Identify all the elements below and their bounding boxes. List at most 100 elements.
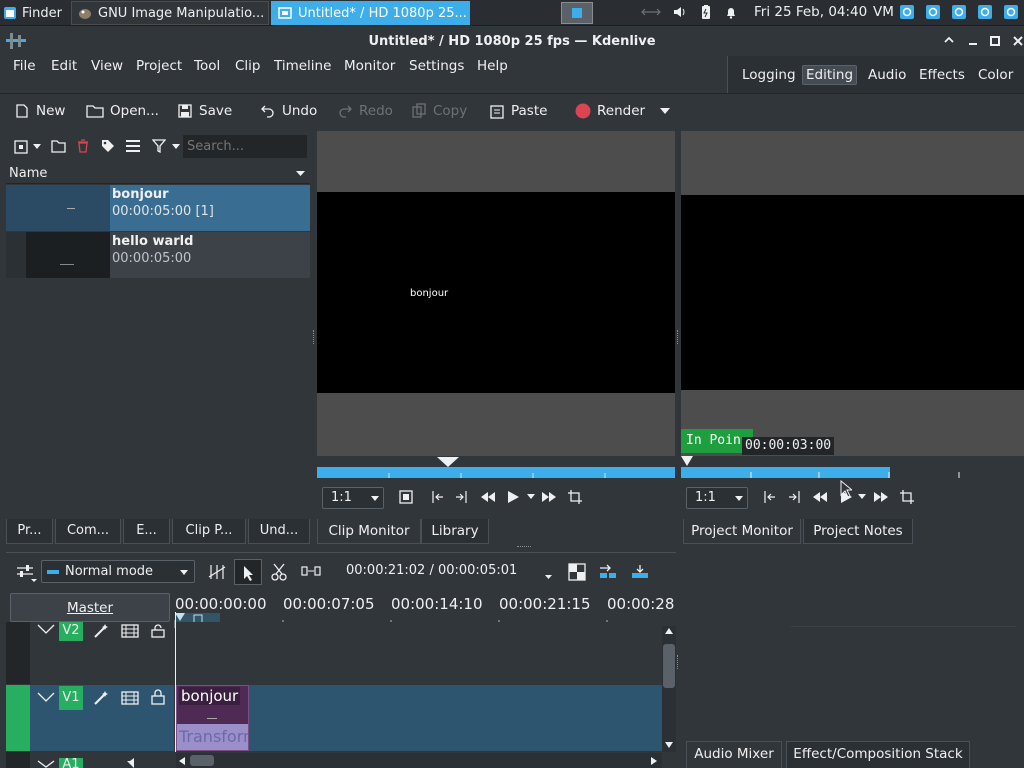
bin-column-header[interactable]: Name: [6, 165, 310, 184]
timeline-settings-icon[interactable]: [16, 563, 38, 583]
edit-mode-select[interactable]: Normal mode: [41, 560, 195, 583]
tab-effects[interactable]: E...: [123, 519, 170, 544]
menu-clip[interactable]: Clip: [235, 58, 261, 74]
rewind-icon[interactable]: [812, 490, 828, 504]
set-out-point-icon[interactable]: [788, 490, 802, 504]
layout-logging[interactable]: Logging: [739, 66, 799, 84]
tab-compositions[interactable]: Com...: [55, 519, 121, 544]
add-clip-dropdown-icon[interactable]: [33, 144, 41, 149]
bin-search-input[interactable]: [183, 135, 307, 158]
lock-icon[interactable]: [151, 689, 165, 705]
scroll-down-icon[interactable]: [665, 742, 673, 748]
menu-tool[interactable]: Tool: [194, 58, 220, 74]
tab-project-monitor[interactable]: Project Monitor: [683, 519, 801, 544]
tab-project-bin[interactable]: Pr...: [6, 519, 53, 544]
gear-icon[interactable]: [952, 5, 966, 19]
tag-icon[interactable]: [101, 139, 115, 153]
redo-button[interactable]: Redo: [337, 100, 393, 122]
fullscreen-icon[interactable]: [399, 490, 413, 504]
paste-button[interactable]: Paste: [489, 100, 547, 122]
keep-above-icon[interactable]: [944, 36, 954, 46]
play-icon[interactable]: [506, 490, 520, 504]
menu-project[interactable]: Project: [136, 58, 182, 74]
layout-audio[interactable]: Audio: [865, 66, 909, 84]
menu-file[interactable]: File: [13, 58, 36, 74]
clip-monitor-ruler[interactable]: [317, 456, 675, 467]
timeline-horizontal-scrollbar[interactable]: [176, 753, 662, 768]
task-kdenlive[interactable]: Untitled* / HD 1080p 25...: [271, 1, 470, 25]
splitter-handle[interactable]: [677, 655, 680, 669]
close-icon[interactable]: [1013, 36, 1023, 46]
play-dropdown-icon[interactable]: [858, 494, 866, 499]
track-active-indicator[interactable]: [6, 622, 30, 684]
scroll-right-icon[interactable]: [651, 757, 657, 765]
selection-tool-button[interactable]: [234, 559, 262, 585]
tab-library[interactable]: Library: [421, 519, 489, 544]
set-out-point-icon[interactable]: [455, 490, 469, 504]
maximize-icon[interactable]: [990, 36, 1000, 46]
clip-effect-badge[interactable]: Transform: [177, 724, 248, 750]
open-button[interactable]: Open...: [86, 100, 159, 122]
split-view-icon[interactable]: [568, 563, 586, 581]
razor-tool-icon[interactable]: [271, 563, 287, 581]
film-strip-icon[interactable]: [121, 624, 139, 638]
fast-forward-icon[interactable]: [541, 490, 557, 504]
menu-edit[interactable]: Edit: [51, 58, 77, 74]
gear-icon[interactable]: [900, 5, 914, 19]
gear-icon[interactable]: [1004, 5, 1018, 19]
effects-wand-icon[interactable]: [93, 690, 109, 706]
scrollbar-thumb[interactable]: [190, 755, 214, 766]
pager-desktop[interactable]: [561, 2, 593, 24]
gear-icon[interactable]: [926, 5, 940, 19]
track-header-v2[interactable]: V2: [6, 622, 174, 684]
collapse-track-icon[interactable]: [37, 624, 55, 634]
render-dropdown-arrow-icon[interactable]: [660, 108, 670, 114]
menu-help[interactable]: Help: [477, 58, 508, 74]
notifications-icon[interactable]: [724, 5, 738, 19]
effects-wand-icon[interactable]: [93, 623, 109, 639]
track-header-a1[interactable]: A1: [6, 752, 174, 768]
tab-project-notes[interactable]: Project Notes: [803, 519, 913, 544]
tab-undo-history[interactable]: Und...: [248, 519, 310, 544]
track-header-v1[interactable]: V1: [6, 685, 174, 751]
filter-dropdown-icon[interactable]: [172, 144, 180, 149]
clip-monitor-zone-bar[interactable]: [317, 467, 675, 478]
render-button[interactable]: Render: [575, 100, 645, 122]
battery-icon[interactable]: [699, 5, 713, 19]
timeline-vertical-scrollbar[interactable]: [662, 626, 676, 752]
keyboard-layout-indicator[interactable]: VM: [873, 4, 894, 20]
track-name[interactable]: V2: [59, 622, 83, 641]
layout-color[interactable]: Color: [975, 66, 1016, 84]
menu-view[interactable]: View: [91, 58, 123, 74]
undo-button[interactable]: Undo: [260, 100, 317, 122]
track-name[interactable]: V1: [59, 686, 83, 710]
play-dropdown-icon[interactable]: [527, 494, 535, 499]
spacer-tool-icon[interactable]: [301, 564, 321, 578]
volume-icon[interactable]: [672, 5, 686, 19]
filter-icon[interactable]: [152, 139, 166, 153]
lock-icon[interactable]: [151, 624, 165, 638]
tab-effect-stack[interactable]: Effect/Composition Stack: [786, 741, 970, 768]
rewind-icon[interactable]: [480, 490, 496, 504]
new-button[interactable]: New: [14, 100, 65, 122]
layout-editing[interactable]: Editing: [802, 65, 858, 85]
copy-button[interactable]: Copy: [411, 100, 467, 122]
speaker-icon[interactable]: [126, 757, 140, 768]
splitter-handle[interactable]: [677, 330, 680, 344]
add-clip-icon[interactable]: [14, 140, 28, 154]
crop-icon[interactable]: [900, 490, 914, 504]
task-finder[interactable]: Finder |: [0, 1, 67, 25]
track-active-indicator[interactable]: [6, 752, 30, 768]
scroll-up-icon[interactable]: [665, 628, 673, 634]
film-strip-icon[interactable]: [121, 691, 139, 705]
scroll-left-icon[interactable]: [179, 757, 185, 765]
task-gimp[interactable]: GNU Image Manipulatio...: [71, 1, 269, 25]
scrollbar-thumb[interactable]: [663, 644, 675, 688]
bin-clip-row[interactable]: bonjour 00:00:05:00 [1]: [6, 185, 310, 231]
gear-icon[interactable]: [978, 5, 992, 19]
tab-clip-monitor[interactable]: Clip Monitor: [317, 519, 421, 544]
set-in-point-icon[interactable]: [762, 490, 776, 504]
project-monitor-ruler[interactable]: [681, 456, 1024, 478]
bin-clip-row[interactable]: hello warld 00:00:05:00: [6, 232, 310, 278]
track-name[interactable]: A1: [59, 758, 83, 768]
